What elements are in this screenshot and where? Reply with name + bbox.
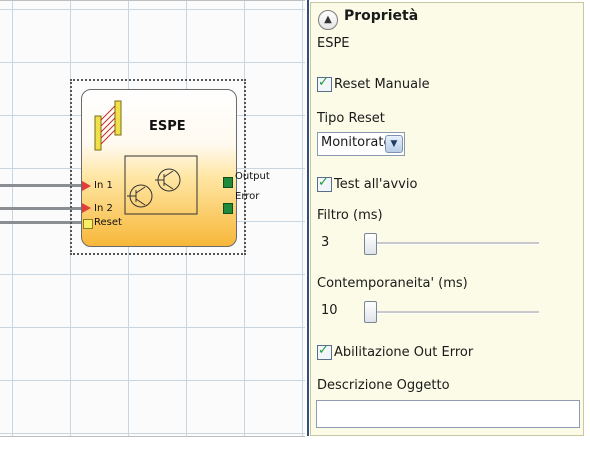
tipo-reset-label: Tipo Reset (317, 111, 385, 126)
checkbox-checked-icon[interactable] (317, 343, 332, 360)
in1-pin-label: In 1 (94, 180, 113, 191)
properties-title: Proprietà (344, 8, 419, 24)
abilitazione-label: Abilitazione Out Error (334, 345, 474, 360)
filtro-slider-thumb[interactable] (364, 233, 377, 255)
checkbox-checked-icon[interactable] (317, 175, 332, 192)
canvas-divider[interactable] (307, 0, 309, 436)
contemporaneita-slider-thumb[interactable] (364, 301, 377, 323)
chevron-down-icon[interactable]: ▼ (385, 135, 403, 153)
reset-manuale-label: Reset Manuale (334, 77, 430, 92)
tipo-reset-value: Monitorato (321, 135, 392, 150)
contemporaneita-value: 10 (321, 303, 338, 318)
descrizione-input[interactable] (316, 400, 580, 428)
output-pin-icon[interactable] (223, 177, 233, 188)
filtro-value: 3 (321, 235, 330, 250)
in1-pin-icon[interactable] (82, 181, 91, 191)
object-name: ESPE (317, 36, 350, 51)
reset-pin-icon[interactable] (83, 219, 93, 229)
contemporaneita-label: Contemporaneita' (ms) (317, 276, 468, 291)
transistor-circuit-icon (124, 155, 198, 215)
test-avvio-label: Test all'avvio (334, 177, 418, 192)
error-pin-icon[interactable] (223, 203, 233, 214)
light-curtain-icon (94, 100, 122, 151)
chevron-up-icon[interactable]: ▲ (318, 10, 338, 30)
test-avvio-checkbox[interactable]: Test all'avvio (317, 175, 418, 193)
filtro-slider-track[interactable] (364, 242, 539, 245)
tipo-reset-select[interactable]: Monitorato ▼ (317, 132, 405, 156)
block-title: ESPE (149, 119, 186, 134)
reset-manuale-checkbox[interactable]: Reset Manuale (317, 75, 430, 93)
reset-pin-label: Reset (94, 217, 122, 228)
checkbox-checked-icon[interactable] (317, 75, 332, 92)
in2-pin-label: In 2 (94, 203, 113, 214)
output-pin-label: Output (235, 171, 270, 182)
abilitazione-checkbox[interactable]: Abilitazione Out Error (317, 343, 474, 361)
descrizione-label: Descrizione Oggetto (317, 378, 450, 393)
in2-pin-icon[interactable] (82, 203, 91, 213)
filtro-label: Filtro (ms) (317, 208, 383, 223)
contemporaneita-slider-track[interactable] (364, 311, 539, 314)
error-pin-label: Error (235, 191, 260, 202)
